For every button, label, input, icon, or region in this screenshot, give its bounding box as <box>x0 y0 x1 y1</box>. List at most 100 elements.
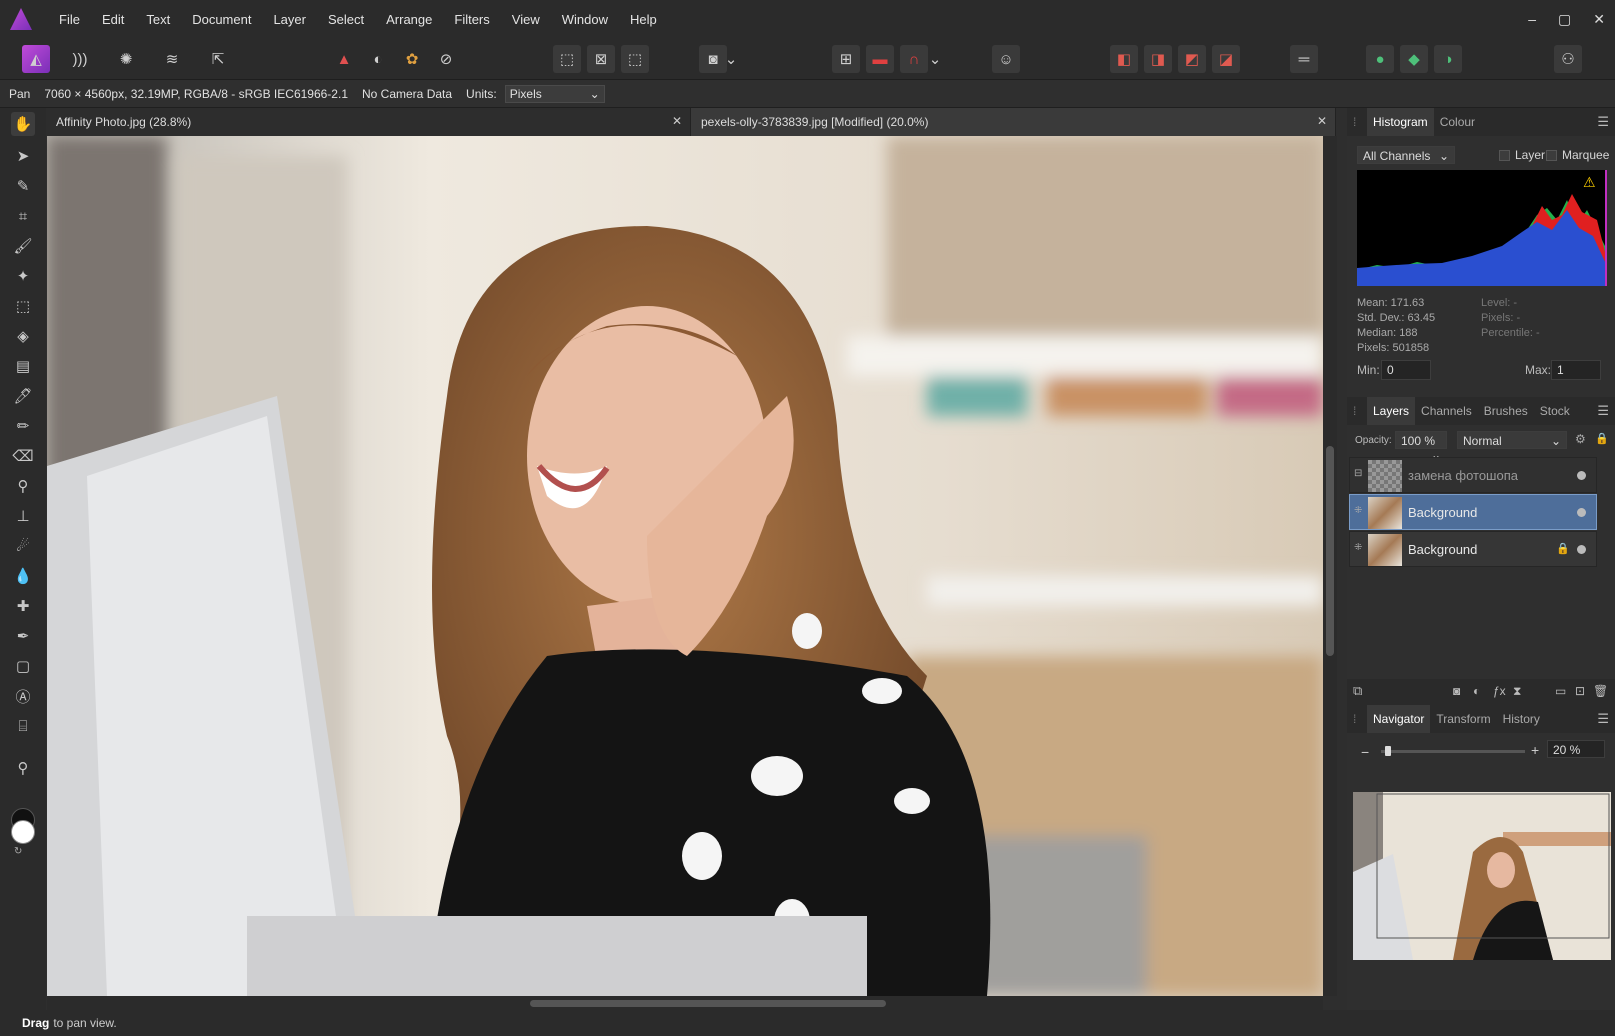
panel-menu-icon[interactable]: ☰ <box>1597 711 1609 727</box>
paint-brush-tool-icon[interactable]: 🖊 <box>11 384 35 408</box>
pen-tool-icon[interactable]: ✒ <box>11 624 35 648</box>
adjustment-icon[interactable]: ◐ <box>1473 684 1480 698</box>
tab-transform[interactable]: Transform <box>1430 705 1496 733</box>
vertical-scroll-thumb[interactable] <box>1326 446 1334 656</box>
horizontal-scroll-thumb[interactable] <box>530 1000 886 1007</box>
tab-colour[interactable]: Colour <box>1434 108 1481 136</box>
menu-layer[interactable]: Layer <box>262 12 317 27</box>
export-persona-icon[interactable]: ⇱ <box>204 45 232 73</box>
layer-row[interactable]: ⁜ Background <box>1349 494 1597 530</box>
max-input[interactable]: 1 <box>1551 360 1601 380</box>
blend-mode-select[interactable]: Normal ⌄ <box>1457 431 1567 449</box>
vertical-scrollbar[interactable] <box>1323 136 1337 996</box>
crop-tool-icon[interactable]: ⌗ <box>11 204 35 228</box>
primary-colour-swatch[interactable] <box>11 820 35 844</box>
affinity-logo-icon[interactable] <box>10 8 32 30</box>
mesh-warp-tool-icon[interactable]: ⌸ <box>11 714 35 738</box>
boolean-add-icon[interactable]: ◧ <box>1110 45 1138 73</box>
zoom-input[interactable]: 20 % <box>1547 740 1605 758</box>
navigator-preview[interactable] <box>1353 792 1611 960</box>
add-pixel-layer-icon[interactable]: ⊡ <box>1575 684 1585 698</box>
zoom-out-icon[interactable]: − <box>1361 744 1369 760</box>
auto-levels-icon[interactable]: ▲ <box>330 45 358 73</box>
horizontal-scrollbar[interactable] <box>47 996 1323 1010</box>
close-tab-icon[interactable]: ✕ <box>1317 114 1327 128</box>
menu-text[interactable]: Text <box>135 12 181 27</box>
marquee-tool-icon[interactable]: ⬚ <box>11 294 35 318</box>
zoom-slider[interactable] <box>1381 746 1525 756</box>
panel-grip-icon[interactable]: ⁞ <box>1347 705 1367 733</box>
blend-options-gear-icon[interactable]: ⚙ <box>1575 432 1586 446</box>
swap-colours-icon[interactable]: ↻ <box>14 846 22 857</box>
zoom-in-icon[interactable]: + <box>1531 742 1539 758</box>
develop-persona-icon[interactable]: ✺ <box>112 45 140 73</box>
boolean-xor-icon[interactable]: ◪ <box>1212 45 1240 73</box>
rectangle-tool-icon[interactable]: ▢ <box>11 654 35 678</box>
opacity-input[interactable]: 100 % ⌄ <box>1395 431 1447 462</box>
menu-edit[interactable]: Edit <box>91 12 135 27</box>
menu-file[interactable]: File <box>48 12 91 27</box>
hand-tool-icon[interactable]: ✋ <box>11 112 35 136</box>
tab-history[interactable]: History <box>1497 705 1546 733</box>
panel-grip-icon[interactable]: ⁞ <box>1347 108 1367 136</box>
boolean-intersect-icon[interactable]: ◩ <box>1178 45 1206 73</box>
smudge-tool-icon[interactable]: ☄ <box>11 534 35 558</box>
tab-affinity-photo[interactable]: Affinity Photo.jpg (28.8%) ✕ <box>46 108 691 136</box>
delete-layer-icon[interactable]: 🗑 <box>1593 684 1608 698</box>
panel-grip-icon[interactable]: ⁞ <box>1347 397 1367 425</box>
tone-mapping-persona-icon[interactable]: ≋ <box>158 45 186 73</box>
gradient-tool-icon[interactable]: ▤ <box>11 354 35 378</box>
menu-select[interactable]: Select <box>317 12 375 27</box>
marquee-select-all-icon[interactable]: ⬚ <box>553 45 581 73</box>
chat-icon[interactable]: ● <box>1366 45 1394 73</box>
erase-brush-tool-icon[interactable]: ⌫ <box>11 444 35 468</box>
arrange-icon[interactable]: ═ <box>1290 45 1318 73</box>
channel-select[interactable]: All Channels ⌄ <box>1357 146 1455 164</box>
invert-selection-icon[interactable]: ⬚ <box>621 45 649 73</box>
snapping-options-chevron-icon[interactable]: ⌄ <box>928 45 942 73</box>
close-window-button[interactable]: ✕ <box>1593 11 1605 28</box>
auto-colour-icon[interactable]: ✿ <box>398 45 426 73</box>
maximize-button[interactable]: ▢ <box>1558 11 1571 28</box>
healing-brush-tool-icon[interactable]: ✚ <box>11 594 35 618</box>
menu-view[interactable]: View <box>501 12 551 27</box>
chevron-down-icon[interactable]: ⌄ <box>724 45 738 73</box>
align-icon[interactable]: ⊞ <box>832 45 860 73</box>
layer-locked-icon[interactable]: 🔒 <box>1556 542 1570 555</box>
tab-brushes[interactable]: Brushes <box>1478 397 1534 425</box>
min-input[interactable]: 0 <box>1381 360 1431 380</box>
tab-layers[interactable]: Layers <box>1367 397 1416 425</box>
layer-stack-icon[interactable]: ⧉ <box>1353 683 1362 699</box>
auto-white-balance-icon[interactable]: ⊘ <box>432 45 460 73</box>
tab-stock[interactable]: Stock <box>1534 397 1576 425</box>
deselect-icon[interactable]: ⊠ <box>587 45 615 73</box>
snapping-magnet-icon[interactable]: ∩ <box>900 45 928 73</box>
tab-histogram[interactable]: Histogram <box>1367 108 1434 136</box>
menu-document[interactable]: Document <box>181 12 262 27</box>
mask-layer-icon[interactable]: ◙ <box>1453 684 1460 698</box>
colour-picker-tool-icon[interactable]: ✎ <box>11 174 35 198</box>
lock-layer-icon[interactable]: 🔒 <box>1595 432 1609 445</box>
pixel-tool-icon[interactable]: ✏ <box>11 414 35 438</box>
liquify-persona-icon[interactable]: ))) <box>66 45 94 73</box>
document-canvas[interactable] <box>47 136 1323 996</box>
snapping-toggle-icon[interactable]: ▬ <box>866 45 894 73</box>
tab-navigator[interactable]: Navigator <box>1367 705 1431 733</box>
menu-arrange[interactable]: Arrange <box>375 12 443 27</box>
panel-menu-icon[interactable]: ☰ <box>1597 403 1609 419</box>
move-tool-icon[interactable]: ➤ <box>11 144 35 168</box>
layer-row[interactable]: ⁜ Background 🔒 <box>1349 531 1597 567</box>
assistant-icon[interactable]: ☺ <box>992 45 1020 73</box>
group-layers-icon[interactable]: ▭ <box>1555 684 1566 698</box>
layer-checkbox[interactable]: Layer <box>1499 148 1545 162</box>
tab-pexels-olly[interactable]: pexels-olly-3783839.jpg [Modified] (20.0… <box>691 108 1336 136</box>
visibility-toggle-icon[interactable] <box>1577 508 1586 517</box>
text-tool-icon[interactable]: Ⓐ <box>11 684 35 708</box>
auto-contrast-icon[interactable]: ◐ <box>364 45 392 73</box>
zoom-tool-icon[interactable]: ⚲ <box>11 756 35 780</box>
layer-row[interactable]: ⊟ замена фотошопа <box>1349 457 1597 493</box>
quick-mask-icon[interactable]: ◙ <box>699 45 727 73</box>
blur-tool-icon[interactable]: 💧 <box>11 564 35 588</box>
live-filter-icon[interactable]: ⧗ <box>1513 684 1521 699</box>
marquee-checkbox[interactable]: Marquee <box>1546 148 1609 162</box>
